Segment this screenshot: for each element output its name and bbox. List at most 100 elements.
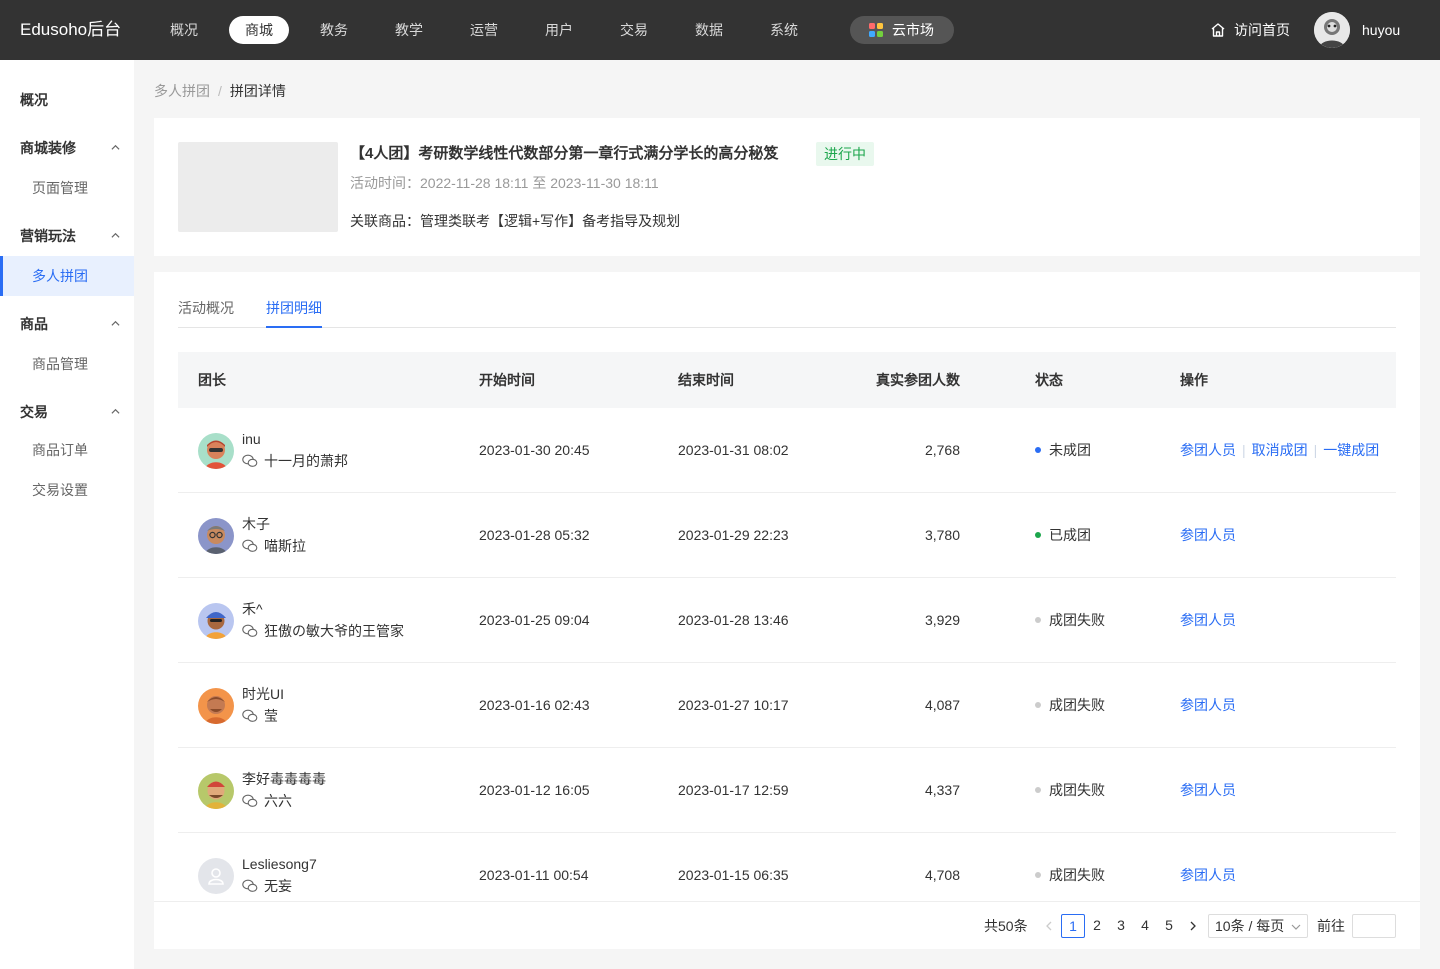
wechat-icon: [242, 624, 258, 637]
page-3[interactable]: 3: [1109, 914, 1133, 938]
activity-time: 活动时间：2022-11-28 18:11 至 2023-11-30 18:11: [350, 175, 659, 191]
leader-wechat-name: 无妄: [264, 878, 292, 894]
status-text: 成团失败: [1049, 612, 1105, 628]
status-dot-icon: [1035, 532, 1041, 539]
activity-thumbnail: [178, 142, 338, 232]
chevron-up-icon: [111, 408, 120, 414]
leader-name: 李好毒毒毒毒: [242, 771, 326, 787]
column-header-actions: 操作: [1180, 372, 1208, 388]
sidebar-group-trade[interactable]: 交易: [0, 392, 134, 432]
view-members-link[interactable]: 参团人员: [1180, 782, 1236, 798]
user-avatar[interactable]: [1314, 12, 1350, 48]
leader-name: Lesliesong7: [242, 856, 317, 872]
table-row: 木子 喵斯拉 2023-01-28 05:32 2023-01-29 22:23…: [178, 493, 1396, 578]
sidebar-item-page-management[interactable]: 页面管理: [0, 168, 134, 208]
status-text: 未成团: [1049, 442, 1091, 458]
status-cell: 成团失败: [1035, 748, 1105, 833]
app-logo[interactable]: Edusoho后台: [20, 18, 121, 42]
table-row: 李好毒毒毒毒 六六 2023-01-12 16:05 2023-01-17 12…: [178, 748, 1396, 833]
column-header-status: 状态: [1035, 372, 1063, 388]
page-2[interactable]: 2: [1085, 914, 1109, 938]
cloud-market-button[interactable]: 云市场: [850, 16, 954, 44]
page-1[interactable]: 1: [1061, 914, 1085, 938]
column-header-end-time: 结束时间: [678, 372, 734, 388]
status-cell: 成团失败: [1035, 663, 1105, 748]
participant-count: 2,768: [924, 442, 960, 458]
breadcrumb-separator: /: [218, 83, 222, 99]
tab-activity-overview[interactable]: 活动概况: [178, 296, 234, 328]
leader-name: 时光UI: [242, 686, 284, 702]
nav-trade[interactable]: 交易: [604, 16, 664, 44]
avatar: [198, 773, 234, 809]
view-members-link[interactable]: 参团人员: [1180, 527, 1236, 543]
activity-info-card: 【4人团】考研数学线性代数部分第一章行式满分学长的高分秘笈 进行中 活动时间：2…: [154, 118, 1420, 256]
nav-data[interactable]: 数据: [679, 16, 739, 44]
view-members-link[interactable]: 参团人员: [1180, 867, 1236, 883]
chevron-left-icon[interactable]: [1044, 921, 1054, 931]
view-members-link[interactable]: 参团人员: [1180, 612, 1236, 628]
cancel-group-link[interactable]: 取消成团: [1252, 442, 1308, 458]
status-cell: 已成团: [1035, 493, 1091, 578]
sidebar-group-goods[interactable]: 商品: [0, 304, 134, 344]
participant-count: 4,337: [924, 782, 960, 798]
status-cell: 未成团: [1035, 408, 1091, 493]
participant-count: 4,087: [924, 697, 960, 713]
page-size-select[interactable]: 10条 / 每页: [1208, 914, 1308, 938]
wechat-icon: [242, 794, 258, 807]
nav-users[interactable]: 用户: [529, 16, 589, 44]
nav-overview[interactable]: 概况: [154, 16, 214, 44]
complete-group-link[interactable]: 一键成团: [1323, 442, 1379, 458]
home-icon: [1211, 23, 1225, 37]
nav-mall[interactable]: 商城: [229, 16, 289, 44]
page-4[interactable]: 4: [1133, 914, 1157, 938]
end-time: 2023-01-27 10:17: [678, 697, 789, 713]
chevron-up-icon: [111, 232, 120, 238]
wechat-icon: [242, 709, 258, 722]
pagination-total: 共50条: [984, 918, 1028, 934]
sidebar-item-goods-orders[interactable]: 商品订单: [0, 430, 134, 470]
actions-cell: 参团人员: [1180, 578, 1236, 663]
sidebar-group-marketing[interactable]: 营销玩法: [0, 216, 134, 256]
avatar: [198, 603, 234, 639]
leader-name: 禾^: [242, 601, 263, 617]
start-time: 2023-01-30 20:45: [479, 442, 590, 458]
sidebar-item-trade-settings[interactable]: 交易设置: [0, 470, 134, 510]
start-time: 2023-01-12 16:05: [479, 782, 590, 798]
page-5[interactable]: 5: [1157, 914, 1181, 938]
view-members-link[interactable]: 参团人员: [1180, 442, 1236, 458]
status-cell: 成团失败: [1035, 578, 1105, 663]
breadcrumb-parent[interactable]: 多人拼团: [154, 83, 210, 99]
wechat-icon: [242, 454, 258, 467]
status-text: 已成团: [1049, 527, 1091, 543]
column-header-participants: 真实参团人数: [876, 372, 960, 388]
sidebar-group-mall-decoration[interactable]: 商城装修: [0, 128, 134, 168]
chevron-up-icon: [111, 144, 120, 150]
apps-grid-icon: [869, 23, 883, 37]
end-time: 2023-01-28 13:46: [678, 612, 789, 628]
table-row: 禾^ 狂傲の敏大爷的王管家 2023-01-25 09:04 2023-01-2…: [178, 578, 1396, 663]
chevron-right-icon[interactable]: [1188, 921, 1198, 931]
view-members-link[interactable]: 参团人员: [1180, 697, 1236, 713]
table-row: inu 十一月的萧邦 2023-01-30 20:45 2023-01-31 0…: [178, 408, 1396, 493]
sidebar-item-group-buy[interactable]: 多人拼团: [0, 256, 134, 296]
chevron-down-icon: [1291, 924, 1301, 930]
start-time: 2023-01-28 05:32: [479, 527, 590, 543]
leader-name: inu: [242, 431, 261, 447]
sidebar-item-goods-management[interactable]: 商品管理: [0, 344, 134, 384]
goto-page-input[interactable]: [1352, 914, 1396, 938]
sidebar-overview[interactable]: 概况: [0, 80, 134, 120]
status-dot-icon: [1035, 617, 1041, 624]
nav-academic[interactable]: 教务: [304, 16, 364, 44]
sidebar: 概况 商城装修 页面管理 营销玩法 多人拼团 商品 商品管理 交易 商品订单 交…: [0, 60, 134, 969]
sidebar-group-label: 商品: [20, 316, 48, 332]
tab-group-detail[interactable]: 拼团明细: [266, 296, 322, 328]
status-dot-icon: [1035, 447, 1041, 454]
nav-system[interactable]: 系统: [754, 16, 814, 44]
leader-wechat-name: 六六: [264, 793, 292, 809]
actions-cell: 参团人员: [1180, 748, 1236, 833]
breadcrumb: 多人拼团 / 拼团详情: [154, 80, 286, 102]
nav-operation[interactable]: 运营: [454, 16, 514, 44]
column-header-leader: 团长: [198, 372, 226, 388]
username[interactable]: huyou: [1362, 18, 1400, 42]
nav-teaching[interactable]: 教学: [379, 16, 439, 44]
